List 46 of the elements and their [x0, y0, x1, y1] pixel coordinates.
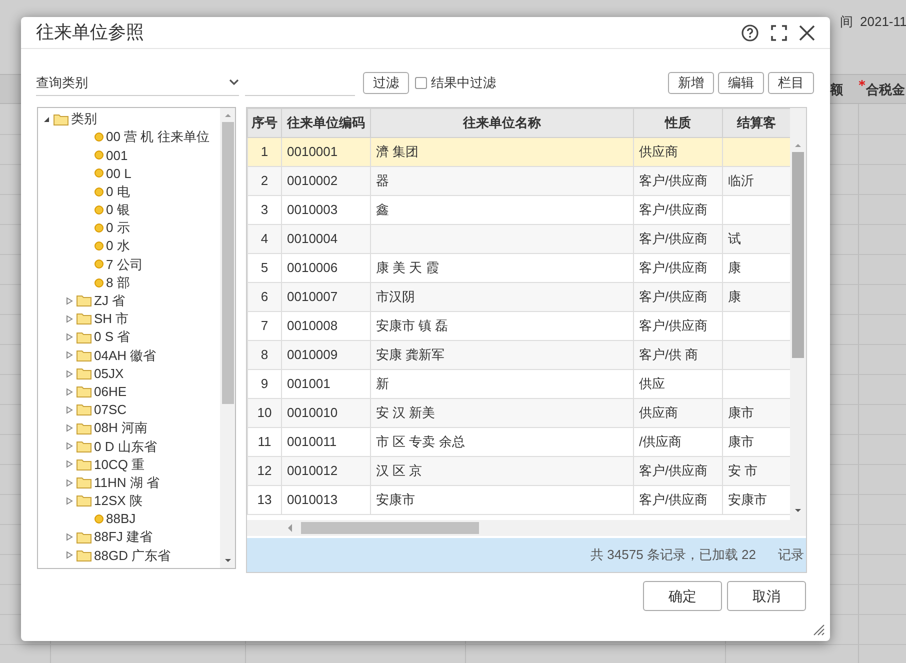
tree-item[interactable]: 8 部: [106, 272, 130, 292]
tree-item[interactable]: ZJ 省: [94, 291, 126, 311]
column-header[interactable]: 往来单位名称: [370, 108, 634, 138]
tree-item[interactable]: 0 D 山东省: [94, 436, 157, 456]
filter-button[interactable]: 过滤: [363, 72, 409, 94]
table-cell: 安康市: [370, 486, 634, 514]
table-cell: 客户/供应商: [634, 486, 722, 514]
cancel-button[interactable]: 取消: [727, 581, 806, 611]
tree-item[interactable]: 0 电: [106, 182, 130, 202]
tree-item[interactable]: 001: [106, 146, 128, 166]
tree-item[interactable]: 7 公司: [106, 254, 143, 274]
column-header[interactable]: 序号: [248, 108, 282, 138]
tree-item[interactable]: 88FJ 建省: [94, 527, 153, 547]
tree-item[interactable]: 88GD 广东省: [94, 546, 171, 566]
tree-item[interactable]: 0 S 省: [94, 327, 130, 347]
tree-item[interactable]: 05JX: [94, 364, 124, 384]
toolbar-button[interactable]: 编辑: [718, 72, 764, 94]
column-header: 额: [830, 81, 843, 99]
tree-item[interactable]: 00 L: [106, 164, 132, 184]
tree-item[interactable]: SH 市: [94, 309, 129, 329]
record-count: 共 34575 条记录，已加载 22: [590, 546, 756, 564]
tree-item[interactable]: 0 银: [106, 200, 130, 220]
tree-item[interactable]: 0 示: [106, 218, 130, 238]
tree-item[interactable]: 04AH 徽省: [94, 346, 156, 366]
toolbar-button[interactable]: 栏目: [768, 72, 814, 94]
tree-item[interactable]: 88BJ: [106, 509, 136, 529]
tree-item[interactable]: 07SC: [94, 400, 127, 420]
tree-item[interactable]: 00 营 机 往来单位: [106, 127, 210, 147]
record-count-tail: 记录: [778, 546, 804, 564]
tree-item[interactable]: 08H 河南: [94, 418, 148, 438]
date-field[interactable]: 2021-11: [860, 12, 906, 32]
tree-item[interactable]: 11HN 湖 省: [94, 472, 160, 492]
tree-item[interactable]: 06HE: [94, 382, 127, 402]
field-label: 间: [840, 13, 853, 31]
tree-item[interactable]: 类别: [71, 109, 97, 129]
window-title: 往来单位参照: [36, 21, 145, 44]
tree-item[interactable]: 10CQ 重: [94, 454, 145, 474]
category-select[interactable]: 查询类别: [36, 70, 239, 96]
checkbox-label: 结果中过滤: [431, 74, 496, 92]
tree-item[interactable]: 0 水: [106, 236, 130, 256]
toolbar-button[interactable]: 新增: [668, 72, 714, 94]
column-header: 合税金: [866, 81, 905, 99]
ok-button[interactable]: 确定: [643, 581, 722, 611]
table-cell: 0010013: [282, 486, 370, 514]
table-cell: 13: [248, 486, 282, 514]
tree-item[interactable]: 12SX 陕: [94, 491, 142, 511]
